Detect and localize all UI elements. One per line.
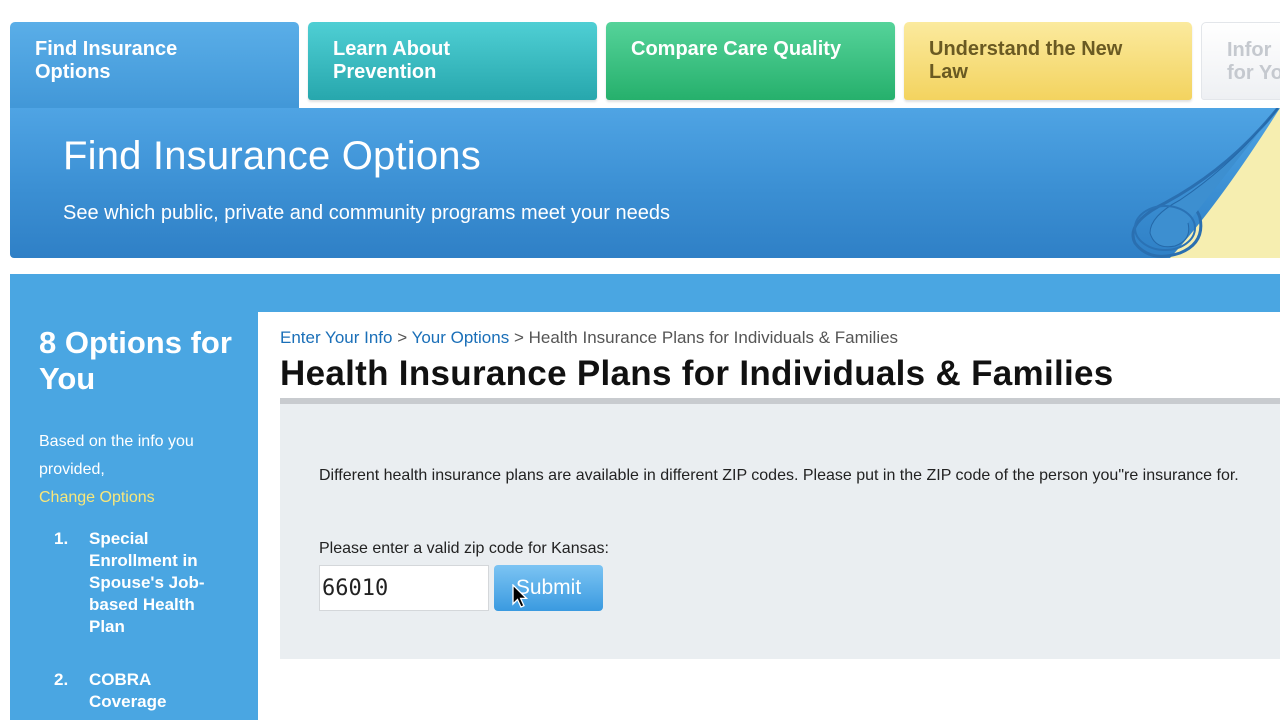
tab-find-insurance-options[interactable]: Find Insurance Options: [10, 22, 299, 117]
change-options-link[interactable]: Change Options: [39, 484, 155, 512]
tab-label-line2: for Yo: [1227, 62, 1280, 84]
sidebar-title: 8 Options for You: [39, 325, 232, 396]
tab-label-line1: Understand the New: [929, 38, 1123, 60]
breadcrumb: Enter Your Info > Your Options > Health …: [280, 328, 898, 348]
option-number: 1.: [54, 529, 69, 548]
tab-label-line2: Prevention: [333, 61, 437, 83]
zip-label: Please enter a valid zip code for Kansas…: [319, 540, 609, 557]
page-curl-icon: [1131, 108, 1280, 258]
zip-input[interactable]: [319, 565, 489, 611]
tab-label-line1: Compare Care Quality: [631, 38, 842, 60]
tab-label-line2: Law: [929, 61, 968, 83]
submit-button[interactable]: Submit: [494, 565, 603, 611]
tab-label-line1: Find Insurance: [35, 38, 178, 60]
tab-label-line1: Learn About: [333, 38, 451, 60]
tab-understand-the-new-law[interactable]: Understand the New Law: [904, 22, 1192, 100]
tab-compare-care-quality[interactable]: Compare Care Quality: [606, 22, 895, 100]
sidebar-intro: Based on the info you provided,: [39, 433, 194, 478]
option-item[interactable]: 2. COBRA Coverage: [54, 669, 234, 719]
tab-learn-about-prevention[interactable]: Learn About Prevention: [308, 22, 597, 100]
banner-title: Find Insurance Options: [63, 134, 481, 178]
zip-form-panel: [280, 404, 1280, 659]
zip-description: Different health insurance plans are ava…: [319, 467, 1239, 484]
page-banner: Find Insurance Options See which public,…: [10, 108, 1280, 258]
mouse-pointer-icon: [512, 584, 529, 608]
breadcrumb-separator: >: [509, 328, 529, 347]
option-number: 2.: [54, 670, 69, 689]
option-item[interactable]: 1. Special Enrollment in Spouse's Job-ba…: [54, 528, 234, 638]
breadcrumb-separator: >: [392, 328, 412, 347]
tab-label-line2: Options: [35, 61, 111, 83]
tab-information-for-you[interactable]: Infor for Yo: [1201, 22, 1280, 100]
breadcrumb-your-options[interactable]: Your Options: [412, 328, 510, 347]
option-label: COBRA Coverage: [89, 670, 167, 711]
tab-label-line1: Infor: [1227, 39, 1272, 61]
page-title: Health Insurance Plans for Individuals &…: [280, 354, 1114, 393]
banner-subtitle: See which public, private and community …: [63, 202, 670, 224]
breadcrumb-current: Health Insurance Plans for Individuals &…: [528, 328, 899, 347]
breadcrumb-enter-info[interactable]: Enter Your Info: [280, 328, 392, 347]
option-label: Special Enrollment in Spouse's Job-based…: [89, 529, 205, 636]
